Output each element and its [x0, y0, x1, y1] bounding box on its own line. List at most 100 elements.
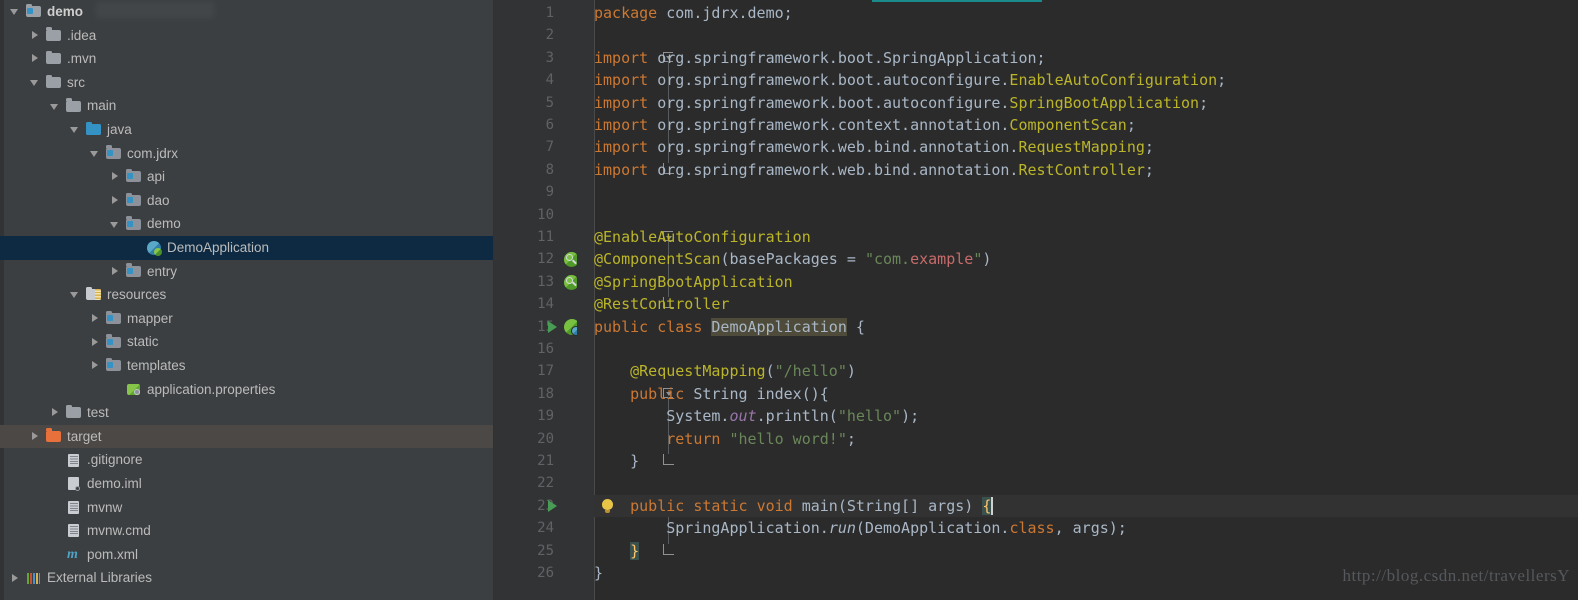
- tree-item-target[interactable]: target: [0, 424, 494, 449]
- chevron-down-icon[interactable]: [110, 219, 121, 230]
- line-number: 2: [545, 27, 554, 44]
- tree-item-idea[interactable]: .idea: [0, 24, 494, 48]
- code-line[interactable]: @ComponentScan(basePackages = "com.examp…: [594, 248, 991, 270]
- chevron-right-icon[interactable]: [90, 360, 101, 371]
- resources-folder-icon: [86, 286, 102, 302]
- code-text-area[interactable]: package com.jdrx.demo; import org.springf…: [594, 0, 1578, 600]
- chevron-down-icon[interactable]: [10, 6, 21, 17]
- code-line[interactable]: @EnableAutoConfiguration: [594, 226, 811, 248]
- chevron-down-icon[interactable]: [70, 124, 81, 135]
- tree-item-label: static: [127, 334, 159, 350]
- tree-item-main[interactable]: main: [0, 94, 494, 118]
- package-icon: [126, 192, 142, 208]
- tree-item-com-jdrx[interactable]: com.jdrx: [0, 142, 494, 166]
- code-token: org.springframework.boot.: [648, 48, 883, 67]
- chevron-right-icon[interactable]: [30, 53, 41, 64]
- tree-item-entry[interactable]: entry: [0, 260, 494, 284]
- tree-item-templates[interactable]: templates: [0, 354, 494, 378]
- code-line[interactable]: }: [594, 540, 640, 562]
- code-token: com.jdrx.demo;: [657, 4, 793, 22]
- tree-item-label: mvnw: [87, 499, 123, 515]
- line-number: 6: [545, 117, 554, 133]
- tree-item-src[interactable]: src: [0, 71, 494, 95]
- tree-item-mvnw-cmd[interactable]: mvnw.cmd: [0, 519, 494, 543]
- tree-item-label: test: [87, 405, 109, 421]
- chevron-right-icon[interactable]: [30, 431, 41, 442]
- package-icon: [106, 145, 122, 161]
- tree-item-mvnw[interactable]: mvnw: [0, 495, 494, 519]
- chevron-down-icon[interactable]: [50, 101, 61, 112]
- code-line[interactable]: package com.jdrx.demo;: [594, 2, 793, 24]
- tree-item-demo[interactable]: demo: [0, 212, 494, 236]
- code-line[interactable]: import org.springframework.web.bind.anno…: [594, 159, 1154, 181]
- chevron-down-icon[interactable]: [90, 148, 101, 159]
- package-icon: [126, 263, 142, 279]
- tree-item-label: dao: [147, 192, 170, 208]
- chevron-down-icon[interactable]: [70, 289, 81, 300]
- tree-item-demo-iml[interactable]: demo.iml: [0, 472, 494, 496]
- line-number: 26: [537, 565, 554, 581]
- tree-item-static[interactable]: static: [0, 330, 494, 354]
- chevron-right-icon[interactable]: [110, 195, 121, 206]
- tree-item-pom-xml[interactable]: m pom.xml: [0, 543, 494, 567]
- chevron-right-icon[interactable]: [90, 313, 101, 324]
- chevron-down-icon[interactable]: [30, 77, 41, 88]
- tree-item-label: demo: [47, 4, 84, 20]
- code-line[interactable]: import org.springframework.web.bind.anno…: [594, 136, 1154, 158]
- code-token: "hello word!": [729, 429, 847, 448]
- tree-item-api[interactable]: api: [0, 165, 494, 189]
- line-number: 3: [545, 49, 554, 66]
- code-line[interactable]: System.out.println("hello");: [594, 405, 919, 427]
- chevron-right-icon[interactable]: [90, 337, 101, 348]
- module-folder-icon: [26, 3, 42, 19]
- code-line[interactable]: import org.springframework.context.annot…: [594, 114, 1136, 136]
- chevron-right-icon[interactable]: [110, 266, 121, 277]
- project-tree-list[interactable]: demo .idea .mvn src main java com.jdrx api dao de…: [0, 0, 494, 590]
- run-gutter-icon[interactable]: [548, 320, 557, 333]
- code-editor[interactable]: 1 2 3 4 5 6 7 8 9 10 11 12 13 14 15 16 17 18 19 20 21 22 23 24 2…: [494, 0, 1578, 600]
- code-line[interactable]: SpringApplication.run(DemoApplication.cl…: [594, 517, 1127, 539]
- tree-item-external-libraries[interactable]: External Libraries: [0, 566, 494, 590]
- tree-item-java[interactable]: java: [0, 118, 494, 142]
- code-token: (: [765, 362, 775, 381]
- code-line[interactable]: }: [594, 450, 639, 472]
- code-line[interactable]: public static void main(String[] args) {: [594, 495, 992, 517]
- tree-item-test[interactable]: test: [0, 401, 494, 425]
- tree-item-mapper[interactable]: mapper: [0, 307, 494, 331]
- code-line[interactable]: @SpringBootApplication: [594, 271, 793, 293]
- code-line[interactable]: public class DemoApplication {: [594, 316, 865, 338]
- code-line[interactable]: import org.springframework.boot.SpringAp…: [594, 47, 1046, 69]
- tree-item-demo[interactable]: demo: [0, 0, 494, 24]
- tree-item-dao[interactable]: dao: [0, 189, 494, 213]
- code-line[interactable]: import org.springframework.boot.autoconf…: [594, 92, 1208, 114]
- code-token: public: [630, 384, 685, 403]
- tree-item-label: demo: [147, 216, 181, 232]
- code-line[interactable]: public String index(){: [594, 383, 829, 405]
- chevron-right-icon[interactable]: [110, 171, 121, 182]
- chevron-right-icon[interactable]: [10, 573, 21, 584]
- tree-item-demoapplication[interactable]: DemoApplication: [0, 235, 494, 260]
- run-main-gutter-icon[interactable]: [548, 499, 557, 512]
- code-line[interactable]: return "hello word!";: [594, 428, 856, 450]
- chevron-right-icon[interactable]: [50, 407, 61, 418]
- tree-item-resources[interactable]: resources: [0, 283, 494, 307]
- code-line[interactable]: @RestController: [594, 293, 729, 315]
- code-folding-strip[interactable]: [577, 0, 674, 600]
- code-line[interactable]: @RequestMapping("/hello"): [594, 360, 856, 382]
- source-root-icon: [86, 121, 102, 137]
- code-line[interactable]: import org.springframework.boot.autoconf…: [594, 69, 1226, 91]
- chevron-right-icon[interactable]: [30, 30, 41, 41]
- package-icon: [126, 216, 142, 232]
- code-line[interactable]: }: [594, 562, 603, 584]
- line-number: 17: [537, 363, 554, 380]
- tree-item-application-properties[interactable]: application.properties: [0, 378, 494, 402]
- tree-item-gitignore[interactable]: .gitignore: [0, 448, 494, 472]
- project-tool-window[interactable]: demo .idea .mvn src main java com.jdrx api dao de…: [0, 0, 494, 600]
- tree-item-mvn[interactable]: .mvn: [0, 47, 494, 71]
- tree-item-label: External Libraries: [47, 570, 153, 586]
